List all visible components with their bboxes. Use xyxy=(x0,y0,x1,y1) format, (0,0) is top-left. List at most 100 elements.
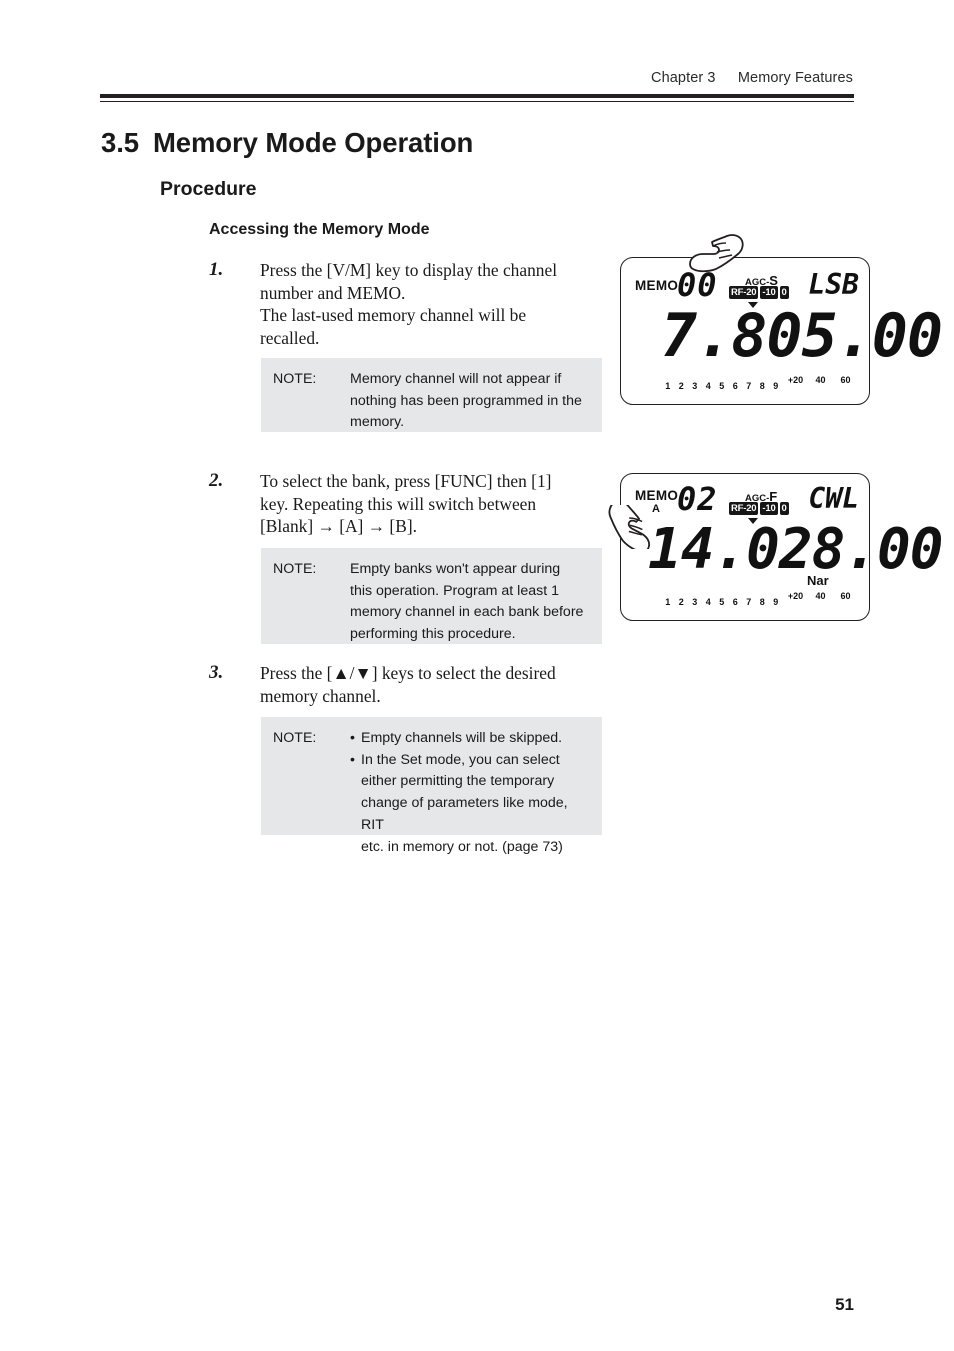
note-1-lines: Memory channel will not appear if nothin… xyxy=(350,369,592,434)
step-1: 1. Press the [V/M] key to display the ch… xyxy=(209,259,609,349)
lcd-1-smeter-scale: 123456789 xyxy=(661,376,783,394)
lcd-1-scale-3: 3 xyxy=(692,381,698,391)
lcd-2-scale-4: 4 xyxy=(705,597,711,607)
step-3-text: Press the [▲/▼] keys to select the desir… xyxy=(260,662,609,707)
lcd-display-1: MEMO 00 AGC-S RF-20 -10 0 LSB 7.805.00 1… xyxy=(620,257,943,405)
pointing-hand-icon-1 xyxy=(686,231,746,278)
section-number: 3.5 xyxy=(101,127,139,158)
lcd-1-mode: LSB xyxy=(808,268,859,301)
lcd-2-smeter-plus-scale: +20 40 60 xyxy=(783,586,858,604)
note-box-1: NOTE: Memory channel will not appear if … xyxy=(261,358,602,432)
note-1-label: NOTE: xyxy=(273,371,317,387)
lcd-1-frequency: 7.805.00 xyxy=(661,301,943,371)
note-1-line-1: Memory channel will not appear if xyxy=(350,371,562,387)
note-3-bullet-1: • Empty channels will be skipped. xyxy=(350,728,592,750)
subsection-title: Procedure xyxy=(160,178,257,200)
lcd-2-rf-indicators: RF-20 -10 0 xyxy=(729,502,789,515)
lcd-1-rf-chip-1: RF-20 xyxy=(729,286,759,299)
note-3-bullet-1-line-1: Empty channels will be skipped. xyxy=(361,730,563,746)
note-3-bullet-2-dot: • xyxy=(350,751,355,768)
step-3-line-1: Press the [▲/▼] keys to select the desir… xyxy=(260,663,556,683)
lcd-2-mode: CWL xyxy=(808,482,859,515)
lcd-2-memo-label: MEMO xyxy=(635,488,679,503)
lcd-2-scale-plus-20: +20 xyxy=(787,591,804,601)
lcd-2-scale-6: 6 xyxy=(732,597,738,607)
lcd-2-channel: 02 xyxy=(677,480,718,518)
step-2-number: 2. xyxy=(209,470,224,491)
lcd-2-scale-8: 8 xyxy=(759,597,765,607)
lcd-1-scale-1: 1 xyxy=(665,381,671,391)
step-3-line-2: memory channel. xyxy=(260,685,381,706)
lcd-2-scale-plus-40: 40 xyxy=(815,591,826,601)
note-2-line-2: this operation. Program at least 1 xyxy=(350,582,559,599)
lcd-2-rf-chip-2: -10 xyxy=(760,502,778,515)
lcd-2-scale-9: 9 xyxy=(773,597,779,607)
step-2-line-2: key. Repeating this will switch between xyxy=(260,493,537,514)
step-1-line-3: The last-used memory channel will be xyxy=(260,305,527,325)
note-3-bullet-2: • In the Set mode, you can select xyxy=(350,750,592,772)
lcd-1-scale-7: 7 xyxy=(746,381,752,391)
note-2-line-4: performing this procedure. xyxy=(350,626,516,643)
note-2-line-1: Empty banks won't appear during xyxy=(350,561,561,577)
lcd-1-scale-5: 5 xyxy=(719,381,725,391)
lcd-2-scale-5: 5 xyxy=(719,597,725,607)
lcd-1-scale-2: 2 xyxy=(678,381,684,391)
header-chapter: Chapter 3 xyxy=(651,70,716,86)
step-2: 2. To select the bank, press [FUNC] then… xyxy=(209,470,609,538)
lcd-1-rf-chip-2: -10 xyxy=(760,286,778,299)
lcd-2-scale-7: 7 xyxy=(746,597,752,607)
lcd-1-scale-plus-60: 60 xyxy=(840,375,851,385)
step-2-text: To select the bank, press [FUNC] then [1… xyxy=(260,470,609,538)
page-number: 51 xyxy=(835,1295,854,1314)
step-3-number: 3. xyxy=(209,662,224,683)
lcd-2-scale-1: 1 xyxy=(665,597,671,607)
note-2-line-3: memory channel in each bank before xyxy=(350,604,584,621)
section-title-text: Memory Mode Operation xyxy=(152,127,474,158)
lcd-2-rf-chip-1: RF-20 xyxy=(729,502,759,515)
lcd-1-scale-plus-40: 40 xyxy=(815,375,826,385)
lcd-2-scale-plus-60: 60 xyxy=(840,591,851,601)
note-3-bullet-1-dot: • xyxy=(350,730,355,746)
note-3-lines: • Empty channels will be skipped. • In t… xyxy=(350,728,592,858)
step-2-line-1: To select the bank, press [FUNC] then [1… xyxy=(260,471,552,491)
note-box-3: NOTE: • Empty channels will be skipped. … xyxy=(261,717,602,855)
lcd-2-scale-2: 2 xyxy=(678,597,684,607)
lcd-1-scale-4: 4 xyxy=(705,381,711,391)
lcd-1-scale-8: 8 xyxy=(759,381,765,391)
page-header: Chapter 3 Memory Features xyxy=(100,70,854,103)
pointing-hand-icon-2 xyxy=(598,500,660,554)
header-chapter-title: Memory Features xyxy=(737,70,853,86)
note-box-2: NOTE: Empty banks won't appear during th… xyxy=(261,548,602,644)
note-1-line-3: memory. xyxy=(350,414,405,431)
step-1-number: 1. xyxy=(209,259,224,280)
step-1-line-1: Press the [V/M] key to display the chann… xyxy=(260,260,558,280)
note-3-label: NOTE: xyxy=(273,730,317,746)
lcd-1-smeter-plus-scale: +20 40 60 xyxy=(783,370,858,388)
lcd-2-smeter-scale: 123456789 xyxy=(661,592,783,610)
lcd-2-scale-3: 3 xyxy=(692,597,698,607)
note-1-line-2: nothing has been programmed in the xyxy=(350,392,582,409)
step-3: 3. Press the [▲/▼] keys to select the de… xyxy=(209,662,609,707)
note-3-bullet-2-line-2: either permitting the temporary xyxy=(361,773,555,790)
lcd-1-rf-indicators: RF-20 -10 0 xyxy=(729,286,789,299)
step-2-line-3: [Blank] → [A] → [B]. xyxy=(260,516,417,536)
lcd-1-scale-6: 6 xyxy=(732,381,738,391)
note-3-bullet-2-line-1: In the Set mode, you can select xyxy=(361,751,560,768)
header-rule-thin xyxy=(100,100,854,103)
lcd-1-scale-9: 9 xyxy=(773,381,779,391)
page-title: 3.5 Memory Mode Operation xyxy=(101,127,473,159)
note-3-bullet-2-line-3: change of parameters like mode, RIT xyxy=(361,795,568,833)
step-1-text: Press the [V/M] key to display the chann… xyxy=(260,259,609,349)
lcd-1-scale-plus-20: +20 xyxy=(787,375,804,385)
note-2-lines: Empty banks won't appear during this ope… xyxy=(350,559,592,646)
note-2-label: NOTE: xyxy=(273,561,317,577)
header-breadcrumb: Chapter 3 Memory Features xyxy=(100,70,854,86)
step-1-line-2: number and MEMO. xyxy=(260,282,406,303)
lcd-2-rf-chip-3: 0 xyxy=(779,502,789,515)
header-rule-thick xyxy=(100,94,854,98)
note-3-bullet-2-line-4: etc. in memory or not. (page 73) xyxy=(361,838,563,855)
lcd-2-frequency: 14.028.00 xyxy=(648,517,943,582)
step-1-line-4: recalled. xyxy=(260,327,320,348)
lcd-1-memo-label: MEMO xyxy=(635,278,679,293)
subsubsection-title: Accessing the Memory Mode xyxy=(209,221,430,238)
